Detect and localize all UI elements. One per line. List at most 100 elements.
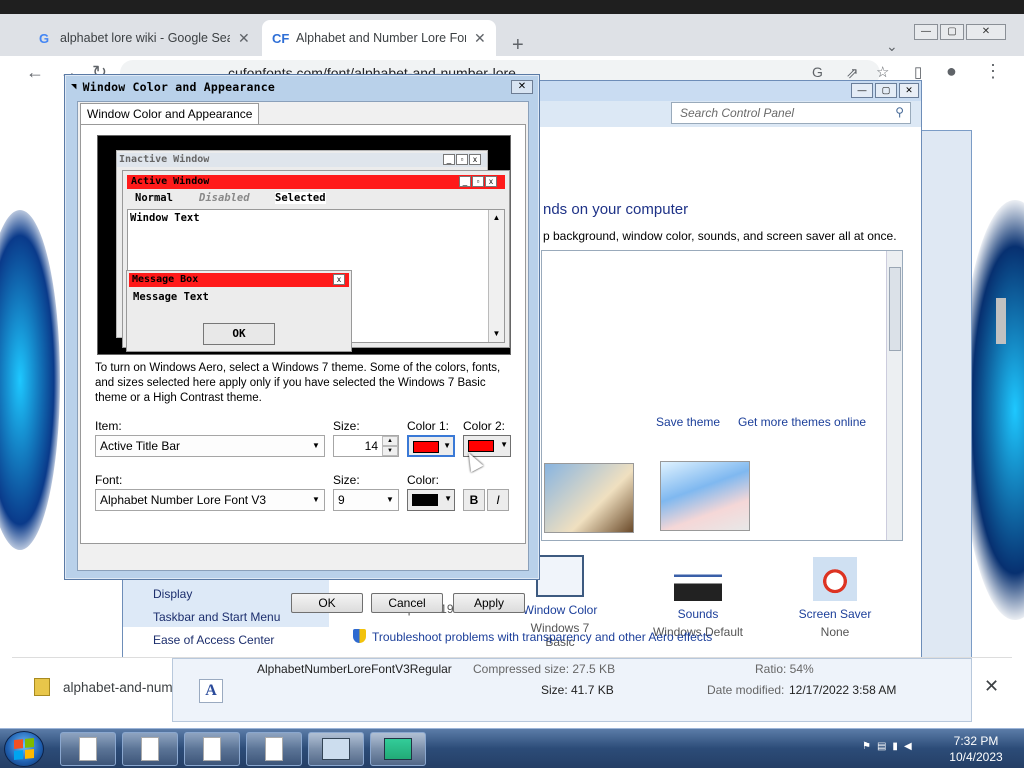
page-subtitle: p background, window color, sounds, and …: [543, 229, 897, 243]
sidebar-link-taskbar[interactable]: Taskbar and Start Menu: [153, 610, 280, 624]
download-bar-close-icon[interactable]: ✕: [984, 676, 999, 697]
bookmark-star-icon[interactable]: ☆: [876, 63, 889, 81]
preview-message-title[interactable]: Message Box: [129, 273, 349, 287]
search-control-panel-input[interactable]: Search Control Panel ⚲: [671, 102, 911, 124]
theme-list-scrollbar[interactable]: [886, 251, 902, 540]
clock-date: 10/4/2023: [949, 750, 1003, 764]
font-select[interactable]: Alphabet Number Lore Font V3 ▼: [95, 489, 325, 511]
preview-message-text: Message Text: [133, 291, 209, 303]
dropdown-arrow-icon: ▼: [312, 441, 320, 450]
maximize-button[interactable]: ▢: [940, 24, 964, 40]
system-clock[interactable]: 7:32 PM 10/4/2023: [940, 733, 1012, 765]
preview-scrollbar[interactable]: ▲ ▼: [488, 210, 504, 342]
window-color-appearance-dialog: ◥ Window Color and Appearance ✕ Window C…: [64, 74, 540, 613]
document-icon: [79, 737, 97, 761]
taskbar-document-3[interactable]: [184, 732, 240, 766]
preview-ok-button[interactable]: OK: [203, 323, 275, 345]
color2-label: Color 2:: [463, 419, 506, 433]
screen-saver-item[interactable]: Screen Saver None: [783, 557, 887, 639]
file-details-pane: A AlphabetNumberLoreFontV3Regular Compre…: [172, 658, 972, 722]
spinner-up-icon[interactable]: ▲: [382, 436, 398, 446]
dropdown-arrow-icon: ▼: [443, 441, 451, 450]
tray-power-icon[interactable]: ▮: [892, 741, 898, 752]
google-lens-icon[interactable]: G: [812, 64, 823, 80]
minimize-button[interactable]: —: [851, 83, 873, 98]
new-tab-button[interactable]: +: [512, 34, 524, 57]
close-button[interactable]: ✕: [966, 24, 1006, 40]
troubleshoot-link[interactable]: Troubleshoot problems with transparency …: [353, 629, 712, 644]
preview-menu-disabled[interactable]: Disabled: [199, 192, 250, 204]
dialog-body: Window Color and Appearance Inactive Win…: [77, 101, 529, 571]
taskbar-control-panel[interactable]: [308, 732, 364, 766]
ok-button[interactable]: OK: [291, 593, 363, 613]
preview-active-title[interactable]: Active Window: [127, 175, 505, 189]
tab-cufonfonts[interactable]: CF Alphabet and Number Lore Font ✕: [262, 20, 496, 56]
appearance-preview[interactable]: Inactive Window _ ▫ x Active Window _ ▫ x No…: [97, 135, 511, 355]
tab-panel: Inactive Window _ ▫ x Active Window _ ▫ x No…: [80, 124, 526, 544]
dropdown-arrow-icon: ▼: [444, 494, 452, 503]
font-size-select[interactable]: 9 ▼: [333, 489, 399, 511]
tab-label: Alphabet and Number Lore Font: [296, 31, 466, 45]
color1-picker[interactable]: ▼: [407, 435, 455, 457]
tray-volume-icon[interactable]: ◀: [904, 741, 912, 752]
tray-flag-icon[interactable]: ⚑: [862, 741, 871, 752]
get-more-themes-link[interactable]: Get more themes online: [738, 415, 866, 429]
size-spinner[interactable]: 14 ▲ ▼: [333, 435, 399, 457]
sidebar-link-display[interactable]: Display: [153, 587, 192, 601]
italic-button[interactable]: I: [487, 489, 509, 511]
back-arrow-icon[interactable]: ←: [26, 62, 44, 83]
sounds-item[interactable]: Sounds Windows Default: [643, 557, 753, 639]
tray-network-icon[interactable]: ▤: [877, 741, 886, 752]
document-icon: [141, 737, 159, 761]
clock-time: 7:32 PM: [953, 734, 999, 748]
window-color-icon: [536, 555, 584, 597]
tab-close-icon[interactable]: ✕: [238, 30, 250, 47]
taskbar-document-4[interactable]: [246, 732, 302, 766]
spinner-down-icon[interactable]: ▼: [382, 446, 398, 456]
item-label: Item:: [95, 419, 122, 433]
dialog-title: Window Color and Appearance: [82, 80, 275, 94]
save-theme-link[interactable]: Save theme: [656, 415, 720, 429]
zip-file-icon: [34, 678, 50, 696]
start-button[interactable]: [4, 731, 44, 767]
maximize-button[interactable]: ▢: [875, 83, 897, 98]
download-filename[interactable]: alphabet-and-num: [63, 680, 173, 695]
compression-ratio: Ratio: 54%: [755, 662, 814, 676]
theme-thumbnail[interactable]: [660, 461, 750, 531]
menu-kebab-icon[interactable]: ⋮: [984, 61, 1002, 82]
tab-search-chevron-icon[interactable]: ⌄: [886, 38, 898, 55]
apply-button[interactable]: Apply: [453, 593, 525, 613]
minimize-button[interactable]: —: [914, 24, 938, 40]
size-label: Size:: [333, 419, 360, 433]
control-panel-icon: [322, 738, 350, 760]
page-scrollbar-thumb[interactable]: [996, 298, 1006, 344]
tab-google-search[interactable]: G alphabet lore wiki - Google Search ✕: [26, 20, 260, 56]
date-modified-value: 12/17/2022 3:58 AM: [789, 683, 897, 697]
theme-list[interactable]: Save theme Get more themes online: [541, 250, 903, 541]
item-select[interactable]: Active Title Bar ▼: [95, 435, 325, 457]
taskbar-personalization[interactable]: [370, 732, 426, 766]
dialog-close-button[interactable]: ✕: [511, 80, 533, 94]
preview-message-box[interactable]: Message Box x Message Text OK: [126, 270, 352, 352]
side-panel-icon[interactable]: ▯: [914, 63, 922, 81]
bold-button[interactable]: B: [463, 489, 485, 511]
taskbar-document-1[interactable]: [60, 732, 116, 766]
dropdown-arrow-icon: ▼: [312, 495, 320, 504]
preview-menu-normal[interactable]: Normal: [135, 192, 173, 204]
taskbar: ⚑ ▤ ▮ ◀ 7:32 PM 10/4/2023: [0, 728, 1024, 768]
tab-close-icon[interactable]: ✕: [474, 30, 486, 47]
theme-thumbnail[interactable]: [544, 463, 634, 533]
cancel-button[interactable]: Cancel: [371, 593, 443, 613]
tab-window-color-appearance[interactable]: Window Color and Appearance: [80, 103, 260, 125]
screen-saver-icon: [813, 557, 857, 601]
sidebar-link-ease-of-access[interactable]: Ease of Access Center: [153, 633, 274, 647]
taskbar-document-2[interactable]: [122, 732, 178, 766]
preview-inactive-title[interactable]: Inactive Window: [117, 153, 487, 167]
uac-shield-icon: [353, 629, 366, 643]
font-color-swatch: [412, 494, 438, 506]
font-color-picker[interactable]: ▼: [407, 489, 455, 511]
profile-avatar-icon[interactable]: ●: [946, 61, 957, 82]
preview-menu-selected[interactable]: Selected: [275, 192, 326, 204]
search-icon[interactable]: ⚲: [895, 105, 904, 119]
close-button[interactable]: ✕: [899, 83, 919, 98]
